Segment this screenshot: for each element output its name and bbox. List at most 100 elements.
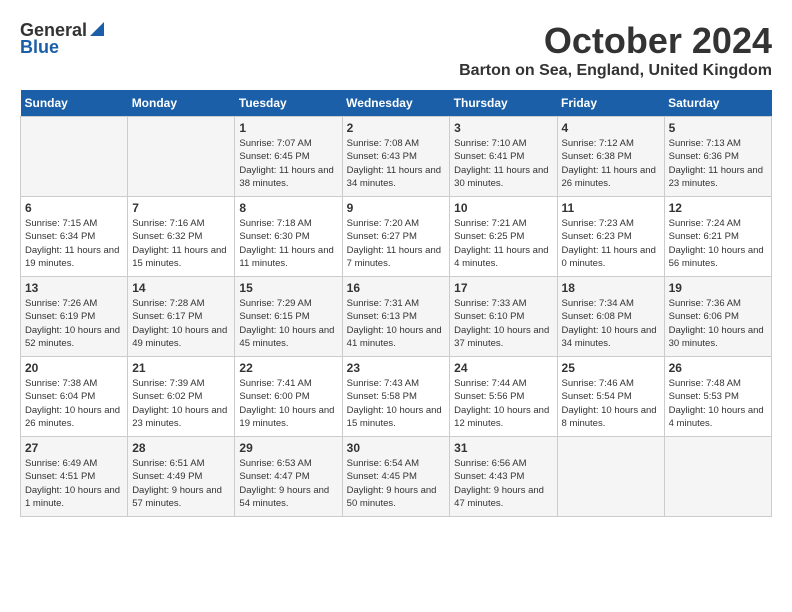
day-number: 13	[25, 281, 123, 295]
day-number: 5	[669, 121, 767, 135]
day-number: 26	[669, 361, 767, 375]
week-row-1: 1Sunrise: 7:07 AM Sunset: 6:45 PM Daylig…	[21, 117, 772, 197]
header-day-saturday: Saturday	[664, 90, 771, 117]
calendar-cell: 30Sunrise: 6:54 AM Sunset: 4:45 PM Dayli…	[342, 437, 450, 517]
header-day-thursday: Thursday	[450, 90, 557, 117]
calendar-cell: 26 Sunrise: 7:48 AM Sunset: 5:53 PM Dayli…	[664, 357, 771, 437]
day-number: 9	[347, 201, 446, 215]
header-day-monday: Monday	[128, 90, 235, 117]
week-row-5: 27 Sunrise: 6:49 AM Sunset: 4:51 PM Dayli…	[21, 437, 772, 517]
calendar-cell: 10 Sunrise: 7:21 AM Sunset: 6:25 PM Dayli…	[450, 197, 557, 277]
day-info: Sunrise: 6:56 AM Sunset: 4:43 PM Dayligh…	[454, 457, 552, 510]
day-number: 28	[132, 441, 230, 455]
day-info: Sunrise: 7:12 AM Sunset: 6:38 PM Dayligh…	[562, 137, 660, 190]
logo: General Blue	[20, 20, 104, 58]
header-day-wednesday: Wednesday	[342, 90, 450, 117]
day-number: 23	[347, 361, 446, 375]
calendar-cell: 24 Sunrise: 7:44 AM Sunset: 5:56 PM Dayli…	[450, 357, 557, 437]
day-number: 21	[132, 361, 230, 375]
day-info: Sunrise: 7:34 AM Sunset: 6:08 PM Dayligh…	[562, 297, 660, 350]
day-info: Sunrise: 7:31 AM Sunset: 6:13 PM Dayligh…	[347, 297, 446, 350]
day-number: 16	[347, 281, 446, 295]
week-row-3: 13 Sunrise: 7:26 AM Sunset: 6:19 PM Dayli…	[21, 277, 772, 357]
calendar-cell: 20Sunrise: 7:38 AM Sunset: 6:04 PM Dayli…	[21, 357, 128, 437]
calendar-cell: 18Sunrise: 7:34 AM Sunset: 6:08 PM Dayli…	[557, 277, 664, 357]
day-number: 15	[239, 281, 337, 295]
calendar-cell: 27 Sunrise: 6:49 AM Sunset: 4:51 PM Dayli…	[21, 437, 128, 517]
calendar-cell: 21Sunrise: 7:39 AM Sunset: 6:02 PM Dayli…	[128, 357, 235, 437]
location-title: Barton on Sea, England, United Kingdom	[459, 62, 772, 80]
day-info: Sunrise: 7:48 AM Sunset: 5:53 PM Dayligh…	[669, 377, 767, 430]
calendar-cell	[128, 117, 235, 197]
day-info: Sunrise: 7:16 AM Sunset: 6:32 PM Dayligh…	[132, 217, 230, 270]
day-info: Sunrise: 6:54 AM Sunset: 4:45 PM Dayligh…	[347, 457, 446, 510]
day-number: 8	[239, 201, 337, 215]
calendar-table: SundayMondayTuesdayWednesdayThursdayFrid…	[20, 90, 772, 517]
header-row: SundayMondayTuesdayWednesdayThursdayFrid…	[21, 90, 772, 117]
day-number: 2	[347, 121, 446, 135]
day-number: 27	[25, 441, 123, 455]
day-info: Sunrise: 7:13 AM Sunset: 6:36 PM Dayligh…	[669, 137, 767, 190]
calendar-cell: 4 Sunrise: 7:12 AM Sunset: 6:38 PM Daylig…	[557, 117, 664, 197]
day-info: Sunrise: 7:08 AM Sunset: 6:43 PM Dayligh…	[347, 137, 446, 190]
calendar-cell: 17Sunrise: 7:33 AM Sunset: 6:10 PM Dayli…	[450, 277, 557, 357]
calendar-cell: 13 Sunrise: 7:26 AM Sunset: 6:19 PM Dayli…	[21, 277, 128, 357]
day-info: Sunrise: 6:51 AM Sunset: 4:49 PM Dayligh…	[132, 457, 230, 510]
day-info: Sunrise: 7:26 AM Sunset: 6:19 PM Dayligh…	[25, 297, 123, 350]
calendar-cell	[557, 437, 664, 517]
day-info: Sunrise: 7:23 AM Sunset: 6:23 PM Dayligh…	[562, 217, 660, 270]
day-info: Sunrise: 7:28 AM Sunset: 6:17 PM Dayligh…	[132, 297, 230, 350]
day-info: Sunrise: 7:21 AM Sunset: 6:25 PM Dayligh…	[454, 217, 552, 270]
day-info: Sunrise: 7:41 AM Sunset: 6:00 PM Dayligh…	[239, 377, 337, 430]
calendar-cell: 16 Sunrise: 7:31 AM Sunset: 6:13 PM Dayli…	[342, 277, 450, 357]
day-number: 19	[669, 281, 767, 295]
day-number: 25	[562, 361, 660, 375]
calendar-cell: 1Sunrise: 7:07 AM Sunset: 6:45 PM Daylig…	[235, 117, 342, 197]
day-info: Sunrise: 7:18 AM Sunset: 6:30 PM Dayligh…	[239, 217, 337, 270]
calendar-cell: 11 Sunrise: 7:23 AM Sunset: 6:23 PM Dayli…	[557, 197, 664, 277]
day-number: 11	[562, 201, 660, 215]
day-info: Sunrise: 7:15 AM Sunset: 6:34 PM Dayligh…	[25, 217, 123, 270]
day-number: 10	[454, 201, 552, 215]
day-number: 17	[454, 281, 552, 295]
day-info: Sunrise: 7:29 AM Sunset: 6:15 PM Dayligh…	[239, 297, 337, 350]
calendar-cell	[21, 117, 128, 197]
calendar-cell: 6 Sunrise: 7:15 AM Sunset: 6:34 PM Daylig…	[21, 197, 128, 277]
day-number: 7	[132, 201, 230, 215]
day-number: 24	[454, 361, 552, 375]
day-number: 3	[454, 121, 552, 135]
calendar-cell: 2 Sunrise: 7:08 AM Sunset: 6:43 PM Daylig…	[342, 117, 450, 197]
day-number: 31	[454, 441, 552, 455]
day-info: Sunrise: 6:49 AM Sunset: 4:51 PM Dayligh…	[25, 457, 123, 510]
header-day-sunday: Sunday	[21, 90, 128, 117]
day-number: 20	[25, 361, 123, 375]
day-info: Sunrise: 7:44 AM Sunset: 5:56 PM Dayligh…	[454, 377, 552, 430]
day-info: Sunrise: 7:10 AM Sunset: 6:41 PM Dayligh…	[454, 137, 552, 190]
header: General Blue October 2024 Barton on Sea,…	[20, 20, 772, 80]
calendar-cell: 23 Sunrise: 7:43 AM Sunset: 5:58 PM Dayli…	[342, 357, 450, 437]
week-row-4: 20Sunrise: 7:38 AM Sunset: 6:04 PM Dayli…	[21, 357, 772, 437]
day-number: 4	[562, 121, 660, 135]
day-number: 6	[25, 201, 123, 215]
calendar-cell: 15 Sunrise: 7:29 AM Sunset: 6:15 PM Dayli…	[235, 277, 342, 357]
calendar-cell: 7 Sunrise: 7:16 AM Sunset: 6:32 PM Daylig…	[128, 197, 235, 277]
calendar-cell: 5 Sunrise: 7:13 AM Sunset: 6:36 PM Daylig…	[664, 117, 771, 197]
day-info: Sunrise: 7:36 AM Sunset: 6:06 PM Dayligh…	[669, 297, 767, 350]
day-number: 29	[239, 441, 337, 455]
day-number: 14	[132, 281, 230, 295]
calendar-cell: 28 Sunrise: 6:51 AM Sunset: 4:49 PM Dayli…	[128, 437, 235, 517]
day-info: Sunrise: 7:46 AM Sunset: 5:54 PM Dayligh…	[562, 377, 660, 430]
calendar-cell: 14 Sunrise: 7:28 AM Sunset: 6:17 PM Dayli…	[128, 277, 235, 357]
header-day-friday: Friday	[557, 90, 664, 117]
day-info: Sunrise: 7:43 AM Sunset: 5:58 PM Dayligh…	[347, 377, 446, 430]
calendar-cell: 31 Sunrise: 6:56 AM Sunset: 4:43 PM Dayli…	[450, 437, 557, 517]
day-number: 1	[239, 121, 337, 135]
calendar-cell	[664, 437, 771, 517]
title-section: October 2024 Barton on Sea, England, Uni…	[459, 20, 772, 80]
month-title: October 2024	[459, 20, 772, 62]
calendar-header: SundayMondayTuesdayWednesdayThursdayFrid…	[21, 90, 772, 117]
day-info: Sunrise: 6:53 AM Sunset: 4:47 PM Dayligh…	[239, 457, 337, 510]
calendar-cell: 22Sunrise: 7:41 AM Sunset: 6:00 PM Dayli…	[235, 357, 342, 437]
week-row-2: 6 Sunrise: 7:15 AM Sunset: 6:34 PM Daylig…	[21, 197, 772, 277]
day-number: 12	[669, 201, 767, 215]
